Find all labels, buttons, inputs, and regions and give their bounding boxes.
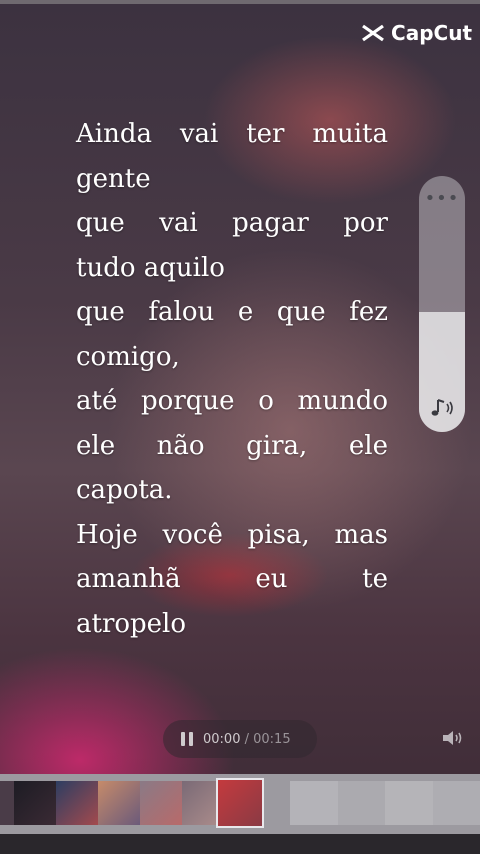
lyrics-line: que falou e que fez <box>76 297 388 327</box>
top-progress-line <box>0 0 480 4</box>
lyrics-line: Ainda vai ter muita <box>76 119 388 149</box>
brand-name: CapCut <box>391 21 472 45</box>
playback-control[interactable]: 00:00 / 00:15 <box>163 720 317 758</box>
lyrics-line: que vai pagar por <box>76 208 388 238</box>
lyrics-line: ele não gira, ele <box>76 430 388 461</box>
lyrics-line: tudo aquilo <box>76 252 225 283</box>
lyrics-line: capota. <box>76 475 173 505</box>
music-note-icon <box>431 399 453 416</box>
lyrics-line: Hoje você pisa, mas <box>76 519 388 550</box>
lyrics-line: até porque o mundo <box>76 386 388 416</box>
timeline-thumbnail[interactable] <box>98 781 140 825</box>
bottom-bar <box>0 834 480 854</box>
timeline-thumbnail[interactable] <box>182 781 216 825</box>
timeline-thumbnail[interactable] <box>140 781 182 825</box>
total-time: 00:15 <box>253 731 291 747</box>
capcut-logo-icon <box>362 24 384 42</box>
lyrics-line: atropelo <box>76 608 187 639</box>
pause-icon[interactable] <box>181 732 193 746</box>
lyrics-line: amanhã eu te <box>76 564 388 594</box>
more-dots-icon[interactable]: ••• <box>419 188 465 209</box>
current-time: 00:00 <box>203 731 241 747</box>
timeline-thumbnail[interactable] <box>14 781 56 825</box>
capcut-watermark: CapCut <box>361 20 472 46</box>
speaker-icon[interactable] <box>440 727 466 749</box>
lyrics-line: comigo, <box>76 341 180 372</box>
timeline-thumbnails[interactable] <box>0 778 264 828</box>
lyrics-line: gente <box>76 163 151 194</box>
time-separator: / <box>240 731 254 747</box>
timeline-thumbnail[interactable] <box>0 781 14 825</box>
lyrics-text: Ainda vai ter muita gente que vai pagar … <box>76 112 388 646</box>
timeline-upcoming-frames[interactable] <box>290 781 480 825</box>
volume-slider[interactable]: ••• <box>419 176 465 432</box>
timeline-thumbnail-selected[interactable] <box>216 778 264 828</box>
playback-time: 00:00 / 00:15 <box>203 732 291 747</box>
timeline-thumbnail[interactable] <box>56 781 98 825</box>
